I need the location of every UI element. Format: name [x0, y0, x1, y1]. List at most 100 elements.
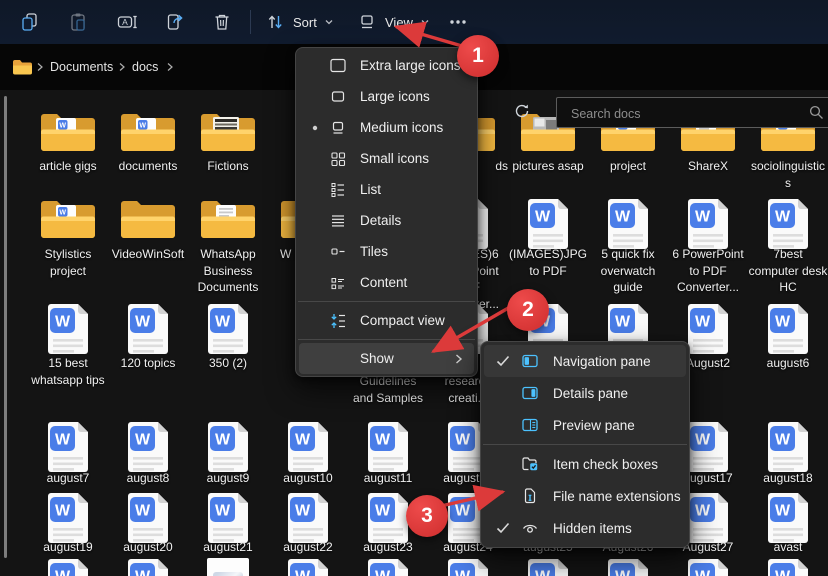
view-menu-item-details[interactable]: Details	[299, 205, 474, 236]
rename-icon: A	[115, 10, 139, 34]
svg-text:W: W	[455, 503, 471, 520]
svg-text:W: W	[615, 569, 631, 576]
show-submenu-item-item-check-boxes[interactable]: Item check boxes	[484, 448, 686, 480]
word-document-icon: W	[685, 421, 731, 473]
word-document-icon: W	[365, 492, 411, 544]
breadcrumb-item-docs[interactable]: docs	[132, 44, 158, 90]
word-document-icon: W	[45, 303, 91, 355]
search-input[interactable]	[569, 98, 803, 129]
view-menu-item-medium-icons[interactable]: Medium icons	[299, 112, 474, 143]
view-button[interactable]: View	[356, 9, 430, 35]
folder-icon	[12, 44, 33, 90]
svg-text:W: W	[695, 432, 711, 449]
navigation-pane-icon	[519, 351, 541, 371]
copy-button[interactable]	[14, 9, 46, 35]
show-submenu-item-preview-pane[interactable]: Preview pane	[484, 409, 686, 441]
menu-item-label: Details	[360, 213, 474, 228]
checkmark-icon	[495, 355, 511, 367]
svg-text:W: W	[615, 314, 631, 331]
svg-text:W: W	[695, 209, 711, 226]
word-document-icon: W	[125, 558, 171, 576]
word-document-icon: W	[45, 492, 91, 544]
image-thumbnail	[207, 558, 249, 576]
search-box	[556, 97, 828, 128]
menu-separator	[298, 339, 475, 340]
show-submenu-item-details-pane[interactable]: Details pane	[484, 377, 686, 409]
file-label: 120 topics	[108, 355, 188, 372]
menu-item-label: Large icons	[360, 89, 474, 104]
show-submenu: Navigation pane Details pane Preview pan…	[480, 341, 690, 548]
file-label: sociolinguistics	[748, 158, 828, 191]
delete-icon	[210, 10, 234, 34]
file-label: VideoWinSoft	[108, 246, 188, 263]
file-label: article gigs	[28, 158, 108, 175]
file-label: august22	[268, 539, 348, 556]
rename-button[interactable]: A	[111, 9, 143, 35]
search-icon	[808, 104, 825, 121]
menu-separator	[483, 444, 687, 445]
word-document-icon: W	[605, 558, 651, 576]
word-document-icon: W	[45, 558, 91, 576]
file-label: august19	[28, 539, 108, 556]
breadcrumb-chevron	[118, 44, 126, 90]
folder-icon: W	[39, 111, 97, 157]
folder-icon	[119, 198, 177, 244]
show-submenu-item-file-name-extensions[interactable]: File name extensions	[484, 480, 686, 512]
breadcrumb-item-documents[interactable]: Documents	[50, 44, 113, 90]
word-document-icon: W	[525, 198, 571, 250]
file-label: august21	[188, 539, 268, 556]
word-document-icon: W	[685, 198, 731, 250]
paste-button[interactable]	[62, 9, 94, 35]
view-menu-item-list[interactable]: List	[299, 174, 474, 205]
hidden-items-icon	[519, 518, 541, 538]
svg-text:W: W	[775, 569, 791, 576]
content-view-icon	[327, 273, 349, 293]
file-label: pictures asap	[508, 158, 588, 175]
menu-item-label: Preview pane	[553, 418, 686, 433]
vertical-scrollbar[interactable]	[4, 96, 7, 558]
refresh-button[interactable]	[509, 101, 535, 121]
see-more-button[interactable]	[442, 9, 474, 35]
show-submenu-item-hidden-items[interactable]: Hidden items	[484, 512, 686, 544]
file-label: august20	[108, 539, 188, 556]
file-label: avast	[748, 539, 828, 556]
svg-text:W: W	[695, 503, 711, 520]
sort-button[interactable]: Sort	[264, 9, 334, 35]
details-pane-icon	[519, 383, 541, 403]
folder-icon	[199, 111, 257, 157]
word-document-icon: W	[365, 421, 411, 473]
view-menu-item-large-icons[interactable]: Large icons	[299, 81, 474, 112]
view-menu-item-compact-view[interactable]: Compact view	[299, 305, 474, 336]
file-label: august11	[348, 470, 428, 487]
word-document-icon: W	[205, 492, 251, 544]
sort-label: Sort	[293, 15, 317, 30]
preview-pane-icon	[519, 415, 541, 435]
menu-separator	[298, 301, 475, 302]
view-label: View	[385, 15, 413, 30]
menu-item-label: Compact view	[360, 313, 474, 328]
file-label: august10	[268, 470, 348, 487]
view-menu-item-extra-large-icons[interactable]: Extra large icons	[299, 50, 474, 81]
paste-icon	[66, 10, 90, 34]
view-menu-item-content[interactable]: Content	[299, 267, 474, 298]
file-label: Fictions	[188, 158, 268, 175]
view-menu-item-show[interactable]: Show	[299, 343, 474, 374]
delete-button[interactable]	[206, 9, 238, 35]
show-submenu-item-navigation-pane[interactable]: Navigation pane	[484, 345, 686, 377]
view-menu-item-small-icons[interactable]: Small icons	[299, 143, 474, 174]
chevron-down-icon	[324, 18, 334, 26]
menu-item-label: List	[360, 182, 474, 197]
share-button[interactable]	[159, 9, 191, 35]
svg-text:W: W	[775, 314, 791, 331]
menu-item-label: Tiles	[360, 244, 474, 259]
view-menu-item-tiles[interactable]: Tiles	[299, 236, 474, 267]
svg-text:W: W	[215, 432, 231, 449]
svg-text:W: W	[535, 209, 551, 226]
svg-text:A: A	[122, 17, 128, 27]
medium-icons-icon	[327, 118, 349, 138]
word-document-icon: W	[125, 492, 171, 544]
chevron-right-icon	[454, 353, 463, 365]
view-dropdown-menu: Extra large icons Large icons Medium ico…	[295, 47, 478, 377]
svg-text:W: W	[695, 314, 711, 331]
word-document-icon: W	[365, 558, 411, 576]
